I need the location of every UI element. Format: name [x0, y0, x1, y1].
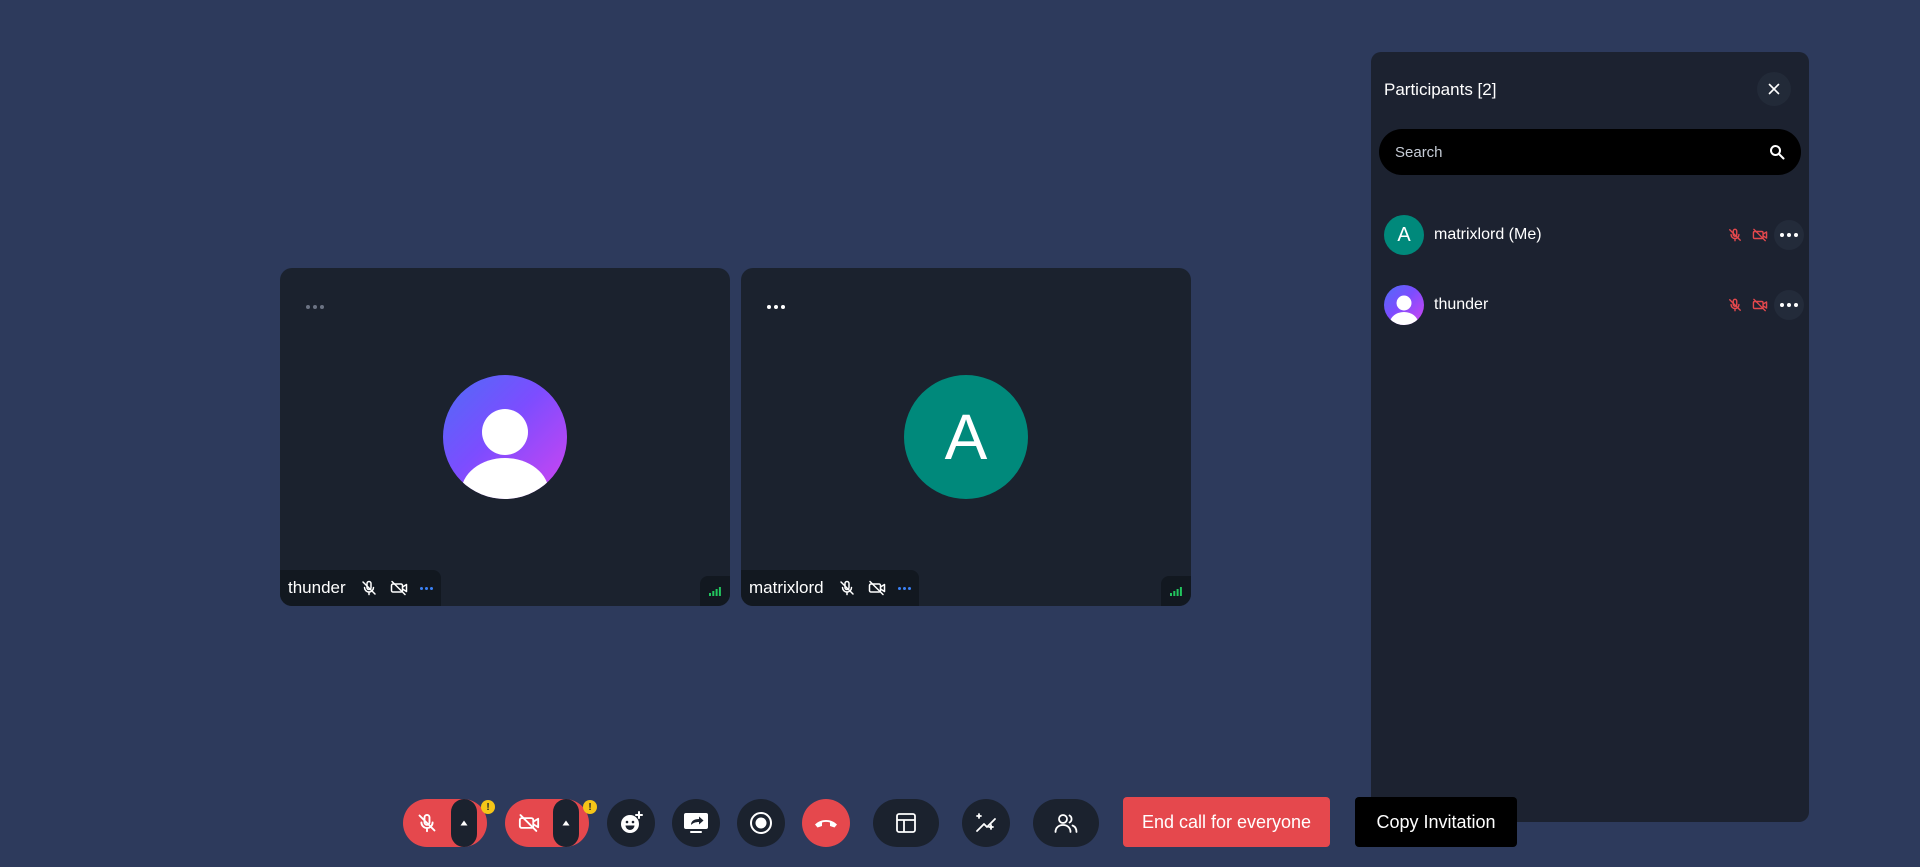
- participant-name: thunder: [288, 578, 346, 597]
- mic-off-icon: [418, 813, 436, 833]
- participant-options-button[interactable]: [1774, 220, 1804, 250]
- tile-options-button[interactable]: [761, 294, 791, 320]
- camera-off-icon: [390, 579, 408, 597]
- person-icon: [461, 409, 549, 499]
- caret-up-icon: [460, 820, 468, 826]
- participants-panel: Participants [2] A matrixlord (Me): [1371, 52, 1809, 822]
- participant-more-button[interactable]: [419, 586, 433, 590]
- leave-call-button[interactable]: [802, 799, 850, 847]
- search-icon[interactable]: [1769, 144, 1785, 160]
- tile-name-bar: thunder: [280, 570, 441, 606]
- tile-options-button[interactable]: [300, 294, 330, 320]
- mic-warning-badge: !: [481, 800, 495, 814]
- camera-off-icon: [518, 814, 540, 832]
- video-tile-thunder: thunder: [280, 268, 730, 606]
- end-call-for-everyone-button[interactable]: End call for everyone: [1123, 797, 1330, 847]
- avatar-letter: A: [1397, 223, 1411, 246]
- mic-options-button[interactable]: [451, 799, 477, 847]
- participant-name: matrixlord (Me): [1434, 226, 1542, 243]
- participant-name: matrixlord: [749, 578, 824, 597]
- camera-toggle-button[interactable]: [505, 799, 553, 847]
- layout-button[interactable]: [873, 799, 939, 847]
- caret-up-icon: [562, 820, 570, 826]
- screen-share-icon: [684, 813, 708, 833]
- participant-avatar: [443, 375, 567, 499]
- layout-icon: [896, 813, 916, 833]
- camera-warning-badge: !: [583, 800, 597, 814]
- effects-button[interactable]: [962, 799, 1010, 847]
- mic-control: !: [403, 799, 495, 847]
- mic-off-icon: [838, 579, 856, 597]
- participant-more-button[interactable]: [897, 586, 911, 590]
- camera-control: !: [505, 799, 597, 847]
- more-horizontal-icon: [767, 305, 771, 309]
- more-horizontal-icon: [306, 305, 310, 309]
- tile-name-bar: matrixlord: [741, 570, 919, 606]
- participants-icon: [1054, 814, 1078, 833]
- participant-options-button[interactable]: [1774, 290, 1804, 320]
- screen-share-button[interactable]: [672, 799, 720, 847]
- mic-toggle-button[interactable]: [403, 799, 451, 847]
- search-bar: [1379, 129, 1801, 175]
- video-tile-matrixlord: A matrixlord: [741, 268, 1191, 606]
- hang-up-icon: [815, 820, 837, 828]
- participants-button[interactable]: [1033, 799, 1099, 847]
- record-icon: [750, 812, 772, 834]
- camera-off-icon: [1752, 298, 1768, 312]
- avatar: [1384, 285, 1424, 325]
- close-icon: [1768, 83, 1780, 95]
- signal-bars-icon: [1161, 576, 1191, 606]
- signal-bars-icon: [700, 576, 730, 606]
- camera-off-icon: [1752, 228, 1768, 242]
- mic-off-icon: [1728, 228, 1742, 242]
- effects-icon: [976, 813, 996, 832]
- person-icon: [1390, 295, 1418, 325]
- more-horizontal-icon: [1780, 233, 1784, 237]
- camera-options-button[interactable]: [553, 799, 579, 847]
- avatar-letter: A: [944, 401, 988, 473]
- copy-invitation-button[interactable]: Copy Invitation: [1355, 797, 1517, 847]
- participant-avatar: A: [904, 375, 1028, 499]
- record-button[interactable]: [737, 799, 785, 847]
- more-horizontal-icon: [1780, 303, 1784, 307]
- mic-off-icon: [1728, 298, 1742, 312]
- panel-title: Participants [2]: [1384, 80, 1497, 99]
- close-panel-button[interactable]: [1757, 72, 1791, 106]
- participant-row: A matrixlord (Me): [1384, 215, 1804, 255]
- participant-row: thunder: [1384, 285, 1804, 325]
- reactions-button[interactable]: [607, 799, 655, 847]
- emoji-icon: [621, 811, 643, 833]
- avatar: A: [1384, 215, 1424, 255]
- mic-off-icon: [360, 579, 378, 597]
- search-input[interactable]: [1395, 143, 1769, 161]
- participant-name: thunder: [1434, 296, 1489, 313]
- camera-off-icon: [868, 579, 886, 597]
